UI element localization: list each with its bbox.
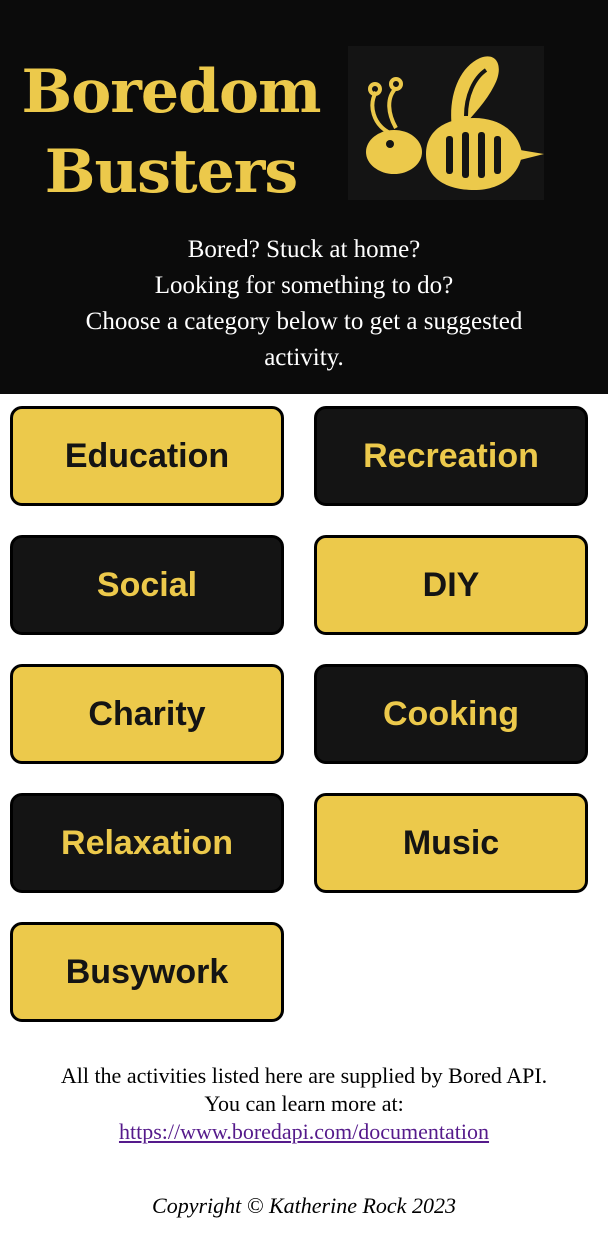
bored-api-link[interactable]: https://www.boredapi.com/documentation xyxy=(10,1118,598,1146)
intro-line: Bored? Stuck at home? xyxy=(187,236,421,263)
intro-text: Bored? Stuck at home? Looking for someth… xyxy=(20,232,588,376)
bee-icon xyxy=(366,56,544,190)
category-button-relaxation[interactable]: Relaxation xyxy=(10,793,284,893)
copyright: Copyright © Katherine Rock 2023 xyxy=(152,1193,456,1218)
footer: All the activities listed here are suppl… xyxy=(10,1062,598,1146)
bee-logo xyxy=(348,46,544,200)
intro-line: Choose a category below to get a suggest… xyxy=(85,308,523,335)
category-button-recreation[interactable]: Recreation xyxy=(314,406,588,506)
footer-text: All the activities listed here are suppl… xyxy=(60,1063,548,1088)
header: Boredom Busters Bored? Stuck at home? Lo… xyxy=(0,0,608,394)
category-button-education[interactable]: Education xyxy=(10,406,284,506)
category-button-charity[interactable]: Charity xyxy=(10,664,284,764)
category-button-cooking[interactable]: Cooking xyxy=(314,664,588,764)
category-button-social[interactable]: Social xyxy=(10,535,284,635)
site-title-line1: Boredom xyxy=(21,57,322,127)
category-button-music[interactable]: Music xyxy=(314,793,588,893)
intro-line: activity. xyxy=(264,344,344,371)
site-title: Boredom Busters xyxy=(0,52,342,212)
category-button-diy[interactable]: DIY xyxy=(314,535,588,635)
intro-line: Looking for something to do? xyxy=(154,272,454,299)
category-button-busywork[interactable]: Busywork xyxy=(10,922,284,1022)
site-title-line2: Busters xyxy=(44,137,298,207)
footer-text: You can learn more at: xyxy=(204,1091,404,1116)
